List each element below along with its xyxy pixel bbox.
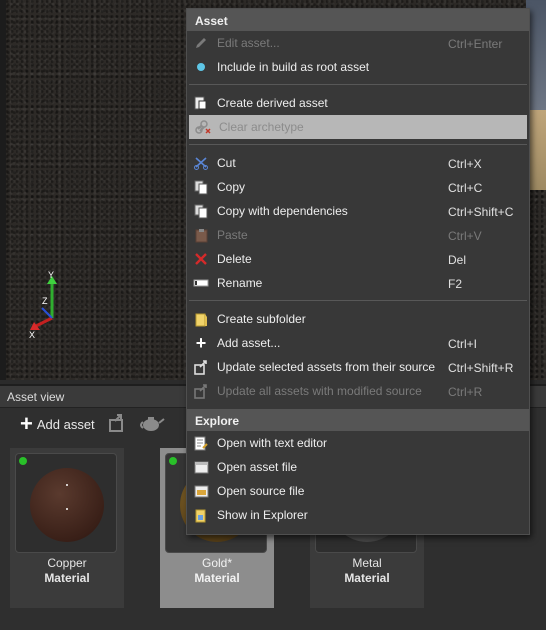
source-file-icon <box>193 483 209 499</box>
reimport-icon[interactable] <box>105 413 129 435</box>
menu-item-show-in-explorer[interactable]: Show in Explorer <box>187 503 529 527</box>
menu-item-label: Open with text editor <box>217 436 328 450</box>
menu-item-add-asset[interactable]: + Add asset... Ctrl+I <box>187 331 529 355</box>
pencil-icon <box>193 35 209 51</box>
clipboard-icon <box>193 227 209 243</box>
menu-item-shortcut: Ctrl+Shift+C <box>448 205 514 219</box>
menu-item-label: Open asset file <box>217 460 298 474</box>
reimport-icon <box>193 383 209 399</box>
add-asset-button[interactable]: + Add asset <box>20 411 95 436</box>
menu-item-shortcut: Ctrl+Enter <box>448 37 503 51</box>
menu-separator <box>189 300 527 301</box>
explorer-folder-icon <box>193 507 209 523</box>
asset-name: Gold* <box>201 556 233 570</box>
copy-icon <box>193 179 209 195</box>
menu-item-label: Include in build as root asset <box>217 60 370 74</box>
menu-item-include-root[interactable]: Include in build as root asset <box>187 55 529 79</box>
asset-type: Material <box>44 571 90 585</box>
asset-thumbnail <box>15 453 117 553</box>
window-icon <box>193 459 209 475</box>
menu-item-label: Rename <box>217 276 263 290</box>
menu-item-shortcut: F2 <box>448 277 463 291</box>
menu-item-create-derived[interactable]: Create derived asset <box>187 91 529 115</box>
menu-item-label: Create subfolder <box>217 312 306 326</box>
folder-icon <box>193 311 209 327</box>
asset-name: Metal <box>352 556 382 570</box>
menu-item-open-source-file[interactable]: Open source file <box>187 479 529 503</box>
menu-item-open-text-editor[interactable]: Open with text editor <box>187 431 529 455</box>
menu-item-clear-archetype[interactable]: Clear archetype <box>189 115 527 139</box>
add-asset-label: Add asset <box>36 416 95 432</box>
text-editor-icon <box>193 435 209 451</box>
menu-item-update-selected[interactable]: Update selected assets from their source… <box>187 355 529 379</box>
asset-context-menu: Asset Edit asset... Ctrl+Enter Include i… <box>186 8 530 535</box>
menu-item-cut[interactable]: Cut Ctrl+X <box>187 151 529 175</box>
material-sphere <box>30 468 104 542</box>
menu-item-label: Paste <box>217 228 248 242</box>
menu-item-label: Create derived asset <box>217 96 328 110</box>
menu-separator <box>189 144 527 145</box>
menu-item-paste[interactable]: Paste Ctrl+V <box>187 223 529 247</box>
rename-icon <box>193 275 209 291</box>
menu-section-explore: Explore <box>187 409 529 431</box>
menu-item-edit-asset[interactable]: Edit asset... Ctrl+Enter <box>187 31 529 55</box>
menu-item-rename[interactable]: Rename F2 <box>187 271 529 295</box>
plus-icon: + <box>195 332 207 353</box>
menu-item-open-asset-file[interactable]: Open asset file <box>187 455 529 479</box>
menu-item-shortcut: Ctrl+V <box>448 229 482 243</box>
menu-item-copy-with-dependencies[interactable]: Copy with dependencies Ctrl+Shift+C <box>187 199 529 223</box>
menu-item-label: Add asset... <box>217 336 281 350</box>
menu-item-create-subfolder[interactable]: Create subfolder <box>187 307 529 331</box>
reimport-icon <box>193 359 209 375</box>
menu-section-asset: Asset <box>187 9 529 31</box>
axis-x-label: X <box>29 330 35 340</box>
asset-name: Copper <box>47 556 87 570</box>
derived-asset-icon <box>193 95 209 111</box>
axis-y-label: Y <box>48 270 54 280</box>
scissors-icon <box>193 155 209 171</box>
asset-type: Material <box>194 571 240 585</box>
menu-item-copy[interactable]: Copy Ctrl+C <box>187 175 529 199</box>
menu-item-label: Show in Explorer <box>217 508 308 522</box>
menu-item-shortcut: Ctrl+X <box>448 157 482 171</box>
menu-item-label: Open source file <box>217 484 305 498</box>
delete-icon <box>193 251 209 267</box>
menu-item-shortcut: Ctrl+Shift+R <box>448 361 514 375</box>
menu-item-shortcut: Ctrl+R <box>448 385 483 399</box>
asset-type: Material <box>344 571 390 585</box>
bullet-icon <box>193 59 209 75</box>
menu-item-shortcut: Ctrl+I <box>448 337 478 351</box>
menu-item-label: Delete <box>217 252 252 266</box>
copy-icon <box>193 203 209 219</box>
axis-gizmo: Y Z X <box>29 270 57 340</box>
plus-icon: + <box>20 411 33 436</box>
asset-tile-copper[interactable]: Copper Material <box>10 448 124 608</box>
axis-z-label: Z <box>42 296 48 306</box>
menu-item-shortcut: Del <box>448 253 467 267</box>
status-indicator <box>19 457 27 465</box>
menu-item-update-all[interactable]: Update all assets with modified source C… <box>187 379 529 403</box>
menu-item-label: Cut <box>217 156 236 170</box>
menu-item-label: Clear archetype <box>219 120 304 134</box>
menu-separator <box>189 84 527 85</box>
teapot-icon[interactable] <box>139 413 165 435</box>
status-indicator <box>169 457 177 465</box>
unlink-icon <box>195 119 211 135</box>
menu-item-shortcut: Ctrl+C <box>448 181 483 195</box>
menu-item-delete[interactable]: Delete Del <box>187 247 529 271</box>
